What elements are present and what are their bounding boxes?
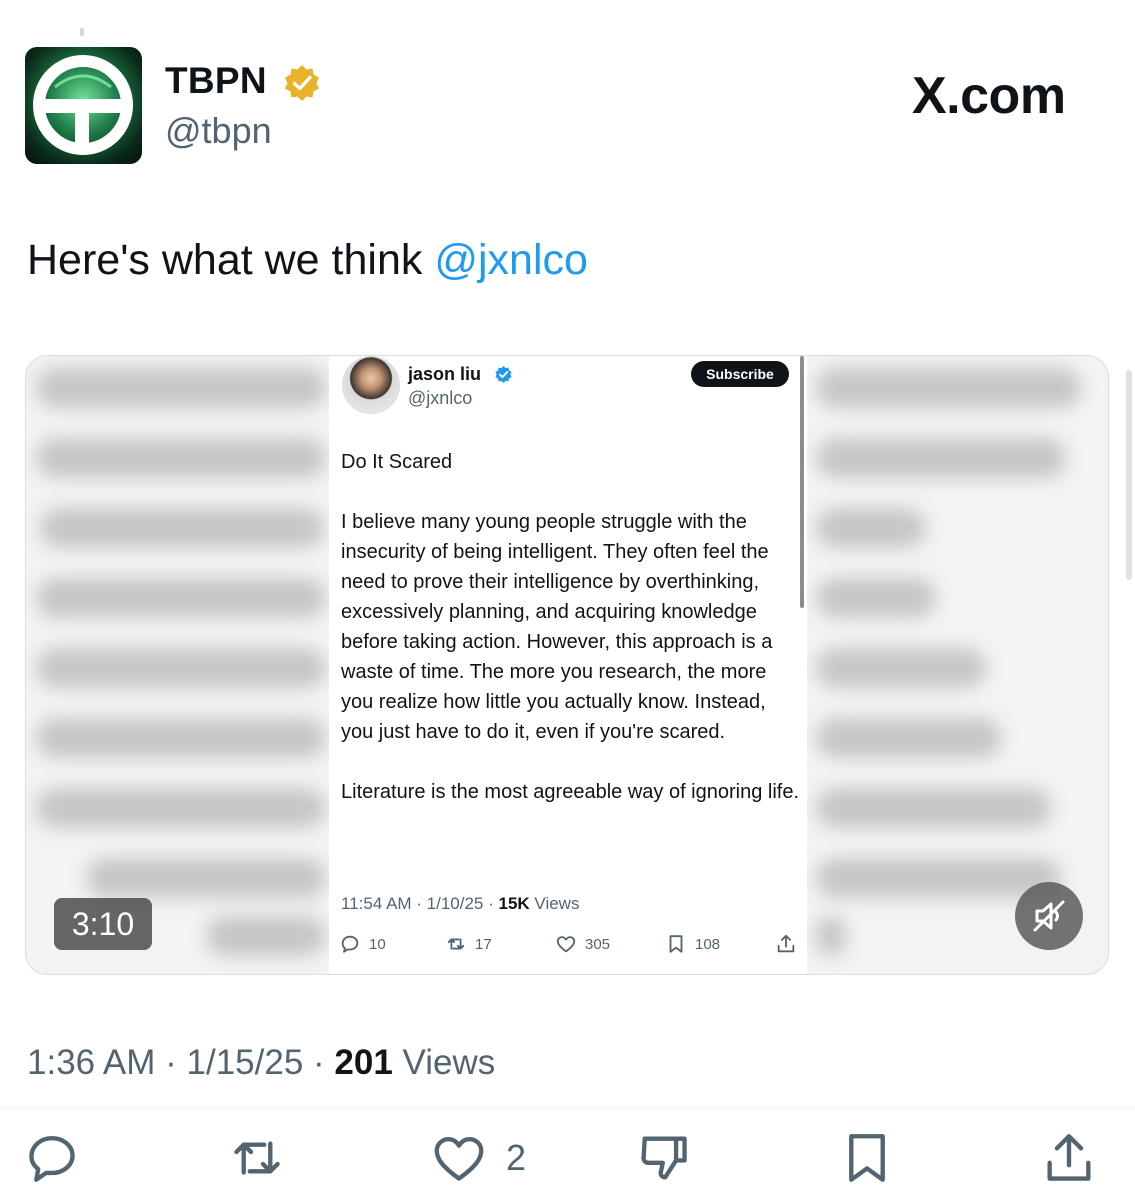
divider xyxy=(0,1108,1135,1109)
tweet-views-count: 201 xyxy=(334,1043,393,1082)
share-icon xyxy=(1047,1134,1091,1181)
embedded-post-body: Do It Scared I believe many young people… xyxy=(341,447,801,837)
subscribe-button: Subscribe xyxy=(691,361,789,387)
embedded-repost-count: 17 xyxy=(475,935,492,953)
bookmark-icon xyxy=(669,935,683,953)
like-button[interactable]: 2 xyxy=(430,1128,526,1188)
reply-icon xyxy=(29,1136,75,1182)
tweet-text-body: Here's what we think xyxy=(27,236,435,284)
author-name[interactable]: TBPN xyxy=(165,60,267,102)
embedded-author-avatar xyxy=(342,356,400,414)
embedded-author-name: jason liu xyxy=(408,364,482,384)
embedded-post: jason liu @jxnlco Subscribe Do It Scared… xyxy=(329,356,807,974)
like-icon xyxy=(556,936,576,953)
embedded-repost: 17 xyxy=(445,933,492,955)
video-duration-badge: 3:10 xyxy=(54,898,152,950)
embedded-like: 305 xyxy=(555,933,610,955)
dislike-icon xyxy=(641,1136,687,1180)
embedded-reply-count: 10 xyxy=(369,935,386,953)
embedded-scrollbar xyxy=(800,356,804,608)
verified-badge-icon xyxy=(285,65,319,101)
share-icon xyxy=(777,934,795,953)
like-count: 2 xyxy=(506,1137,527,1178)
top-scroll-indicator xyxy=(80,28,84,36)
dislike-button[interactable] xyxy=(635,1128,693,1188)
tweet-meta: 1:36 AM · 1/15/25 · 201 Views xyxy=(27,1043,495,1083)
embedded-post-actions: 10 17 305 108 xyxy=(339,933,799,959)
share-button[interactable] xyxy=(1040,1128,1098,1188)
embedded-like-count: 305 xyxy=(585,935,611,953)
embedded-post-views-count: 15K xyxy=(498,894,530,913)
embedded-post-timestamp: 11:54 AM · 1/10/25 · xyxy=(341,894,499,913)
tweet-text: Here's what we think @jxnlco xyxy=(27,236,588,285)
mention-link[interactable]: @jxnlco xyxy=(434,236,588,284)
embedded-share xyxy=(775,933,805,955)
embedded-bookmark-count: 108 xyxy=(695,935,721,953)
embedded-reply: 10 xyxy=(339,933,386,955)
embedded-post-views-label: Views xyxy=(529,894,580,913)
mute-toggle-button[interactable] xyxy=(1015,882,1083,950)
video-player[interactable]: jason liu @jxnlco Subscribe Do It Scared… xyxy=(25,355,1109,975)
verified-badge-icon xyxy=(495,365,512,384)
like-icon xyxy=(434,1136,484,1181)
repost-icon xyxy=(447,938,465,950)
embedded-post-title: Do It Scared xyxy=(341,451,453,473)
muted-speaker-icon xyxy=(1033,900,1065,932)
author-avatar[interactable] xyxy=(25,47,142,164)
embedded-post-meta: 11:54 AM · 1/10/25 · 15K Views xyxy=(341,894,579,914)
tweet-timestamp: 1:36 AM · 1/15/25 · xyxy=(27,1043,335,1082)
reply-button[interactable] xyxy=(23,1128,81,1188)
bookmark-button[interactable] xyxy=(838,1128,896,1188)
author-handle[interactable]: @tbpn xyxy=(165,110,272,152)
bookmark-icon xyxy=(849,1134,885,1182)
source-label: X.com xyxy=(912,67,1066,125)
embedded-post-paragraph: Literature is the most agreeable way of … xyxy=(341,781,800,803)
reply-icon xyxy=(341,935,359,953)
embedded-bookmark: 108 xyxy=(665,933,720,955)
tbpn-logo-icon xyxy=(33,55,133,155)
tweet-views-label: Views xyxy=(392,1043,496,1082)
page-scrollbar[interactable] xyxy=(1126,370,1132,580)
embedded-post-paragraph: I believe many young people struggle wit… xyxy=(341,511,773,743)
repost-icon xyxy=(234,1141,280,1175)
repost-button[interactable] xyxy=(228,1128,286,1188)
embedded-author-handle: @jxnlco xyxy=(408,388,473,408)
